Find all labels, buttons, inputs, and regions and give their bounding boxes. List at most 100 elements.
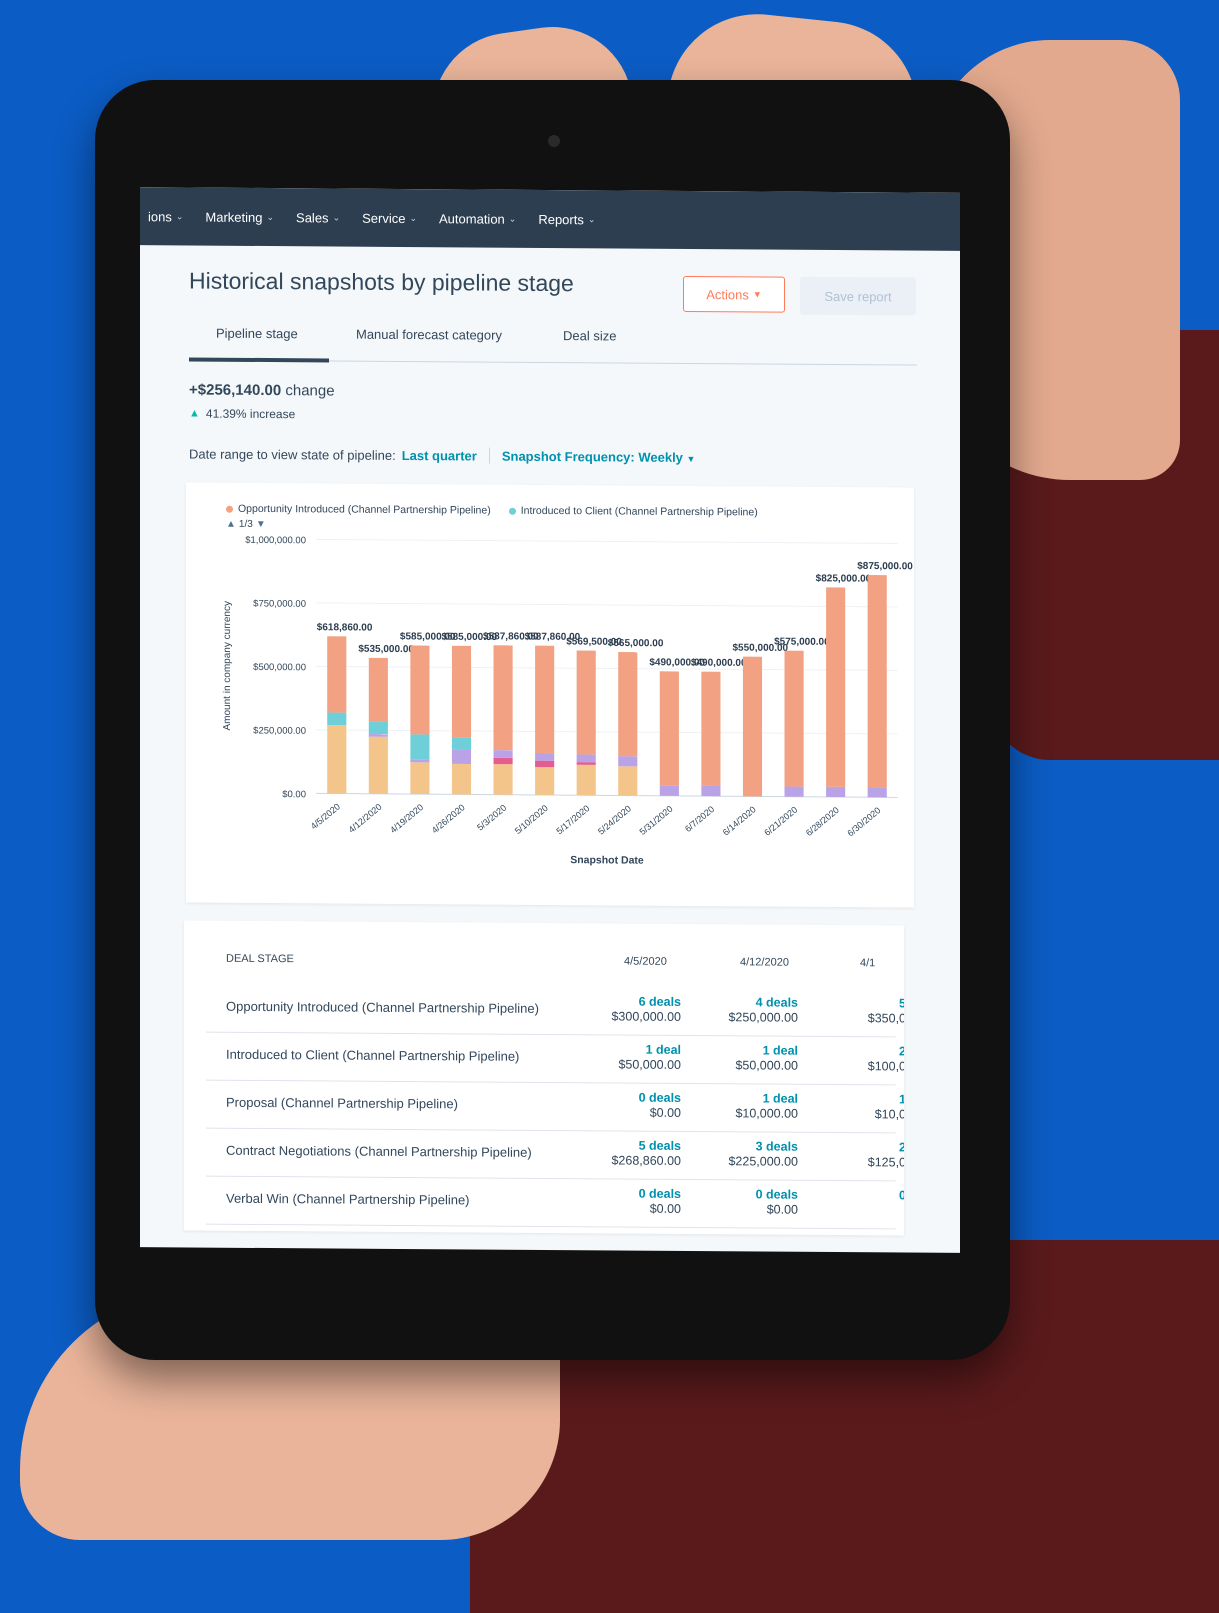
chevron-down-icon: ⌄ — [409, 212, 418, 223]
chevron-down-icon: ⌄ — [587, 213, 596, 224]
deal-count-link[interactable]: 3 deals — [728, 1139, 798, 1154]
frequency-label: Snapshot Frequency: Weekly — [501, 448, 683, 465]
deal-amount: $10,0 — [874, 1107, 904, 1122]
nav-item-service[interactable]: Service ⌄ — [362, 210, 417, 225]
bar-total-label: $875,000.00 — [857, 561, 913, 572]
tab-manual-forecast-category[interactable]: Manual forecast category — [356, 327, 502, 343]
deal-count-link[interactable]: 2 — [868, 1044, 904, 1059]
increase-text: 41.39% increase — [205, 406, 296, 422]
bar-total-label: $565,000.00 — [608, 638, 664, 649]
deal-count-link[interactable]: 0 deals — [639, 1091, 681, 1106]
deal-amount: $50,000.00 — [618, 1057, 681, 1072]
x-tick-label: 4/19/2020 — [388, 802, 425, 835]
bar-segment — [368, 657, 388, 722]
y-tick-label: $1,000,000.00 — [245, 535, 306, 546]
bar-segment — [451, 749, 472, 764]
y-tick-label: $250,000.00 — [253, 725, 306, 736]
column-header-date: 4/5/2020 — [624, 955, 667, 968]
nav-item-automation[interactable]: Automation ⌄ — [439, 211, 516, 227]
deal-amount: $125,0 — [867, 1155, 904, 1170]
bar-segment — [576, 762, 596, 765]
nav-item-reports[interactable]: Reports ⌄ — [538, 211, 595, 226]
deal-count-link[interactable]: 0 deals — [756, 1187, 798, 1202]
actions-label: Actions — [706, 286, 749, 302]
tablet-camera — [548, 135, 560, 147]
deal-count-link[interactable]: 4 deals — [728, 995, 798, 1010]
tab-pipeline-stage[interactable]: Pipeline stage — [216, 326, 298, 342]
table-cell: 2 $100,0 — [868, 1044, 904, 1074]
date-range-label: Date range to view state of pipeline: — [189, 445, 396, 463]
chevron-down-icon: ⌄ — [332, 211, 341, 223]
x-tick-label: 5/17/2020 — [554, 803, 591, 836]
x-tick-label: 5/31/2020 — [638, 804, 675, 837]
bar-segment — [410, 645, 430, 735]
nav-label: Service — [362, 210, 406, 226]
x-tick-label: 4/26/2020 — [430, 802, 467, 835]
x-tick-label: 5/10/2020 — [513, 803, 550, 836]
deal-count-link[interactable]: 1 deal — [618, 1042, 681, 1057]
deal-amount: $10,000.00 — [735, 1106, 798, 1121]
column-header-date: 4/1 — [860, 957, 876, 970]
nav-label: ions — [148, 208, 172, 224]
bar-segment — [576, 764, 596, 796]
deal-count-link[interactable]: 6 deals — [611, 994, 681, 1009]
gridline — [316, 602, 898, 608]
bar-segment — [618, 756, 638, 767]
table-cell: 1 deal $50,000.00 — [618, 1042, 681, 1072]
table-cell: 1 deal $50,000.00 — [735, 1043, 798, 1073]
deal-count-link[interactable]: 1 deal — [735, 1043, 798, 1058]
bar-segment — [327, 636, 347, 713]
chevron-down-icon: ⌄ — [266, 211, 275, 222]
nav-item-marketing[interactable]: Marketing ⌄ — [205, 209, 274, 224]
change-word: change — [285, 382, 335, 400]
nav-label: Reports — [538, 211, 584, 227]
bar-segment — [867, 787, 887, 798]
triangle-up-icon: ▲ — [189, 407, 200, 420]
save-report-button[interactable]: Save report — [800, 276, 916, 316]
deal-amount: $50,000.00 — [735, 1058, 798, 1073]
bar-segment — [410, 759, 430, 763]
bar-segment — [368, 734, 388, 737]
bar-segment — [618, 651, 638, 757]
report-tabs: Pipeline stage Manual forecast category … — [189, 319, 917, 366]
x-tick-label: 6/21/2020 — [762, 805, 799, 838]
x-tick-label: 6/14/2020 — [721, 804, 758, 837]
bar-segment — [535, 766, 555, 796]
y-axis-label: Amount in company currency — [222, 601, 233, 731]
table-cell: 0 deals $0.00 — [639, 1091, 681, 1121]
bar-segment — [576, 754, 596, 763]
actions-button[interactable]: Actions ▼ — [683, 275, 785, 313]
table-cell: 4 deals $250,000.00 — [728, 995, 798, 1025]
deal-count-link[interactable]: 2 — [868, 1140, 904, 1155]
deal-stage-name: Verbal Win (Channel Partnership Pipeline… — [226, 1190, 470, 1208]
bar-total-label: $490,000.00 — [691, 658, 747, 669]
tab-deal-size[interactable]: Deal size — [563, 328, 616, 343]
table-cell: 3 deals $225,000.00 — [728, 1139, 798, 1169]
deal-count-link[interactable]: 0 — [899, 1188, 904, 1203]
deal-count-link[interactable]: 5 — [868, 996, 904, 1011]
nav-item-ions[interactable]: ions ⌄ — [148, 209, 183, 224]
bar-segment — [535, 645, 555, 754]
snapshot-frequency-dropdown[interactable]: Snapshot Frequency: Weekly ▼ — [502, 448, 696, 464]
table-row: Opportunity Introduced (Channel Partners… — [206, 983, 904, 1038]
bar-segment — [451, 737, 472, 750]
active-tab-indicator — [189, 357, 329, 363]
date-range-dropdown[interactable]: Last quarter — [402, 447, 477, 463]
divider — [488, 447, 490, 464]
deal-count-link[interactable]: 0 deals — [639, 1187, 681, 1202]
deal-count-link[interactable]: 1 deal — [735, 1091, 798, 1106]
bar-segment — [535, 752, 555, 761]
bar-segment — [535, 760, 555, 768]
deal-count-link[interactable]: 1 — [875, 1092, 904, 1107]
bar-total-label: $535,000.00 — [358, 644, 414, 655]
chart-card: Opportunity Introduced (Channel Partners… — [186, 482, 914, 908]
deal-amount: $268,860.00 — [611, 1153, 681, 1168]
table-cell: 6 deals $300,000.00 — [611, 994, 681, 1024]
deal-count-link[interactable]: 5 deals — [611, 1138, 681, 1153]
x-tick-label: 6/28/2020 — [804, 805, 841, 838]
nav-item-sales[interactable]: Sales ⌄ — [296, 210, 340, 225]
deal-stage-name: Introduced to Client (Channel Partnershi… — [226, 1046, 520, 1064]
bar-segment — [368, 736, 388, 794]
bar-segment — [493, 750, 513, 758]
x-tick-label: 6/30/2020 — [845, 805, 882, 838]
